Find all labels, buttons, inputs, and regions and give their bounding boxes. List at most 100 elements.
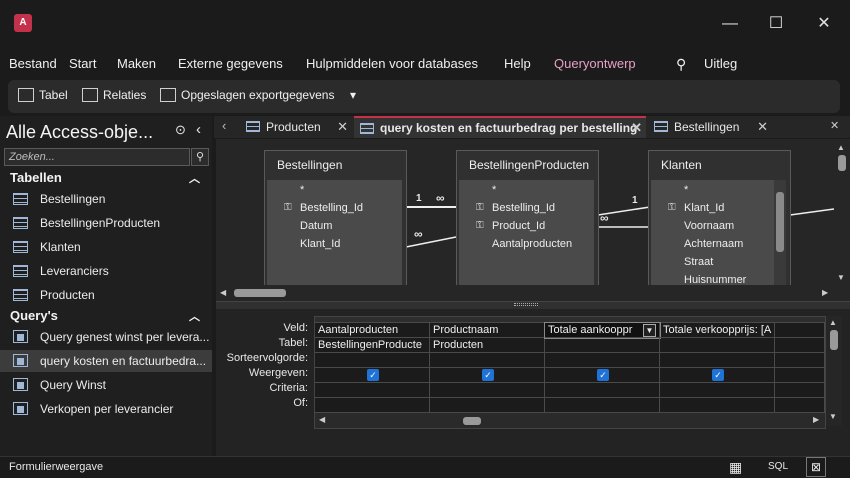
grid-cell-of[interactable] — [315, 398, 430, 413]
field[interactable]: Datum — [300, 220, 332, 232]
field[interactable]: Achternaam — [684, 238, 743, 250]
nav-menu-icon[interactable]: ⊙ — [175, 122, 186, 138]
scroll-down-icon[interactable]: ▼ — [829, 412, 837, 421]
checkbox-checked[interactable]: ✓ — [367, 369, 379, 381]
grid-cell-weergeven[interactable]: ✓ — [430, 368, 545, 383]
grid-cell-tabel[interactable] — [775, 338, 825, 353]
grid-cell-criteria[interactable] — [430, 383, 545, 398]
sql-view-button[interactable]: SQL — [768, 461, 788, 472]
grid-cell-weergeven[interactable]: ✓ — [660, 368, 775, 383]
search-icon[interactable]: ⚲ — [191, 148, 209, 166]
grid-cell-veld[interactable] — [775, 323, 825, 338]
scroll-left-icon[interactable]: ◀ — [220, 288, 226, 297]
table-box-scrollbar[interactable] — [774, 180, 786, 285]
access-app-icon[interactable]: A — [14, 14, 32, 32]
design-vertical-scrollbar[interactable]: ▲ ▼ — [834, 139, 850, 301]
export-button[interactable]: Opgeslagen exportgegevens — [160, 88, 334, 102]
grid-cell-sort[interactable] — [545, 353, 660, 368]
design-view-icon[interactable]: ⊠ — [806, 457, 826, 477]
table-box-klanten[interactable]: Klanten * ⚿ Klant_Id Voornaam Achternaam… — [648, 150, 791, 285]
scroll-right-icon[interactable]: ▶ — [822, 288, 828, 297]
dropdown-arrow-icon[interactable]: ▼ — [643, 324, 656, 337]
pane-splitter[interactable] — [216, 301, 850, 309]
nav-item-table[interactable]: Klanten — [0, 236, 212, 258]
tab-query-kosten[interactable]: query kosten en factuurbedrag per bestel… — [354, 116, 646, 138]
grid-cell-of[interactable] — [545, 398, 660, 413]
search-icon[interactable]: ⚲ — [676, 56, 686, 73]
field[interactable]: * — [684, 184, 688, 196]
nav-item-table[interactable]: BestellingenProducten — [0, 212, 212, 234]
scroll-up-icon[interactable]: ▲ — [829, 318, 837, 327]
field[interactable]: Bestelling_Id — [300, 202, 363, 214]
nav-group-tables[interactable]: Tabellen ︿ — [0, 170, 212, 188]
close-tab-icon[interactable]: ✕ — [337, 116, 348, 138]
checkbox-checked[interactable]: ✓ — [597, 369, 609, 381]
field[interactable]: Huisnummer — [684, 274, 746, 285]
grid-cell-veld[interactable]: Productnaam — [430, 323, 545, 338]
menu-externe-gegevens[interactable]: Externe gegevens — [178, 56, 283, 71]
table-box-bestellingen[interactable]: Bestellingen * ⚿ Bestelling_Id Datum Kla… — [264, 150, 407, 285]
close-tab-icon[interactable]: ✕ — [631, 118, 642, 138]
nav-item-table[interactable]: Producten — [0, 284, 212, 306]
field[interactable]: * — [300, 184, 304, 196]
close-button[interactable]: ✕ — [812, 12, 836, 36]
grid-cell-criteria[interactable] — [545, 383, 660, 398]
field[interactable]: Bestelling_Id — [492, 202, 555, 214]
grid-cell-criteria[interactable] — [315, 383, 430, 398]
nav-search-input[interactable]: Zoeken... — [4, 148, 190, 166]
grid-horizontal-scrollbar[interactable]: ◀ ▶ — [315, 413, 825, 428]
field[interactable]: Aantalproducten — [492, 238, 572, 250]
grid-cell-of[interactable] — [430, 398, 545, 413]
grid-cell-veld[interactable]: Totale verkoopprijs: [A — [660, 323, 775, 338]
grid-cell-tabel[interactable] — [545, 338, 660, 353]
menu-help[interactable]: Help — [504, 56, 531, 71]
nav-item-query[interactable]: Query genest winst per levera... — [0, 326, 212, 348]
tab-producten[interactable]: Producten ✕ — [240, 116, 352, 138]
grid-cell-sort[interactable] — [430, 353, 545, 368]
grid-cell-weergeven[interactable]: ✓ — [545, 368, 660, 383]
minimize-button[interactable]: — — [718, 12, 742, 36]
tab-bestellingen[interactable]: Bestellingen ✕ — [648, 116, 772, 138]
scrollbar-thumb[interactable] — [830, 330, 838, 350]
grid-vertical-scrollbar[interactable]: ▲ ▼ — [826, 316, 842, 426]
nav-item-query[interactable]: Verkopen per leverancier — [0, 398, 212, 420]
nav-item-table[interactable]: Leveranciers — [0, 260, 212, 282]
scrollbar-thumb[interactable] — [463, 417, 481, 425]
nav-title[interactable]: Alle Access-obje... — [6, 122, 153, 143]
nav-item-query[interactable]: Query Winst — [0, 374, 212, 396]
table-box-bestellingenproducten[interactable]: BestellingenProducten * ⚿ Bestelling_Id … — [456, 150, 599, 285]
grid-cell-tabel[interactable]: Producten — [430, 338, 545, 353]
scroll-down-icon[interactable]: ▼ — [837, 273, 845, 282]
close-tab-icon[interactable]: ✕ — [757, 116, 768, 138]
menu-maken[interactable]: Maken — [117, 56, 156, 71]
field[interactable]: Straat — [684, 256, 713, 268]
grid-cell-of[interactable] — [775, 398, 825, 413]
scroll-up-icon[interactable]: ▲ — [837, 143, 845, 152]
tabel-button[interactable]: Tabel — [18, 88, 68, 102]
collapse-chevron-icon[interactable]: ‹ — [196, 121, 201, 138]
scrollbar-thumb[interactable] — [776, 192, 784, 252]
field[interactable]: Product_Id — [492, 220, 545, 232]
nav-item-query-selected[interactable]: query kosten en factuurbedra... — [0, 350, 212, 372]
scroll-left-icon[interactable]: ◀ — [319, 415, 325, 424]
close-all-icon[interactable]: ✕ — [830, 119, 839, 132]
checkbox-checked[interactable]: ✓ — [712, 369, 724, 381]
grid-cell-criteria[interactable] — [660, 383, 775, 398]
uitleg-search[interactable]: Uitleg — [704, 56, 737, 71]
grid-cell-sort[interactable] — [315, 353, 430, 368]
scrollbar-thumb[interactable] — [234, 289, 286, 297]
checkbox-checked[interactable]: ✓ — [482, 369, 494, 381]
grid-cell-weergeven[interactable]: ✓ — [315, 368, 430, 383]
scrollbar-thumb[interactable] — [838, 155, 846, 171]
field[interactable]: Voornaam — [684, 220, 734, 232]
grid-cell-of[interactable] — [660, 398, 775, 413]
maximize-button[interactable]: ☐ — [764, 12, 788, 36]
field[interactable]: Klant_Id — [684, 202, 724, 214]
grid-cell-veld[interactable]: Aantalproducten — [315, 323, 430, 338]
menu-hulpmiddelen[interactable]: Hulpmiddelen voor databases — [306, 56, 478, 71]
nav-item-table[interactable]: Bestellingen — [0, 188, 212, 210]
nav-group-queries[interactable]: Query's ︿ — [0, 308, 212, 326]
grid-cell-weergeven[interactable] — [775, 368, 825, 383]
grid-cell-sort[interactable] — [775, 353, 825, 368]
design-horizontal-scrollbar[interactable]: ◀ ▶ — [216, 285, 834, 301]
